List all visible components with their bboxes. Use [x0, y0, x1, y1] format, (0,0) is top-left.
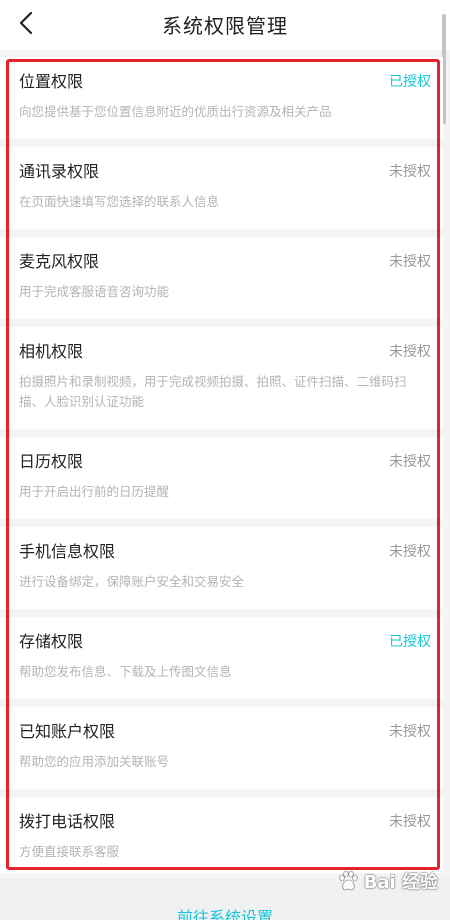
- permission-item-calendar[interactable]: 日历权限 未授权 用于开启出行前的日历提醒: [0, 437, 443, 519]
- permission-item-accounts[interactable]: 已知账户权限 未授权 帮助您的应用添加关联账号: [0, 707, 443, 789]
- permission-status: 未授权: [389, 254, 431, 270]
- permission-status: 已授权: [389, 634, 431, 650]
- permission-desc: 用于开启出行前的日历提醒: [19, 484, 170, 499]
- permission-item-phone-call[interactable]: 拨打电话权限 未授权 方便直接联系客服: [0, 797, 443, 873]
- permission-item-location[interactable]: 位置权限 已授权 向您提供基于您位置信息附近的优质出行资源及相关产品: [0, 57, 443, 139]
- open-system-settings-button[interactable]: 前往系统设置: [0, 904, 450, 920]
- paw-logo-icon: [339, 870, 358, 891]
- page-title: 系统权限管理: [162, 14, 288, 38]
- permission-item-phone-info[interactable]: 手机信息权限 未授权 进行设备绑定，保障账户安全和交易安全: [0, 527, 443, 609]
- permission-desc: 在页面快速填写您选择的联系人信息: [19, 194, 220, 209]
- permission-title: 拨打电话权限: [19, 812, 116, 831]
- permission-title: 手机信息权限: [19, 542, 116, 561]
- header-bar: 系统权限管理: [0, 0, 450, 124]
- permission-title: 已知账户权限: [19, 722, 116, 741]
- watermark-text: Bai 经验: [363, 872, 438, 893]
- permission-status: 未授权: [389, 544, 431, 560]
- permission-status: 已授权: [389, 74, 431, 90]
- permission-desc: 方便直接联系客服: [19, 844, 120, 859]
- permission-item-storage[interactable]: 存储权限 已授权 帮助您发布信息、下载及上传图文信息: [0, 617, 443, 699]
- permission-title: 相机权限: [19, 342, 84, 361]
- permission-status: 未授权: [389, 724, 431, 740]
- permission-title: 通讯录权限: [19, 162, 100, 181]
- permission-status: 未授权: [389, 814, 431, 830]
- permission-title: 麦克风权限: [19, 252, 100, 271]
- permission-desc: 帮助您的应用添加关联账号: [19, 754, 170, 769]
- permission-item-camera[interactable]: 相机权限 未授权 拍摄照片和录制视频，用于完成视频拍摄、拍照、证件扫描、二维码扫…: [0, 327, 443, 429]
- permission-desc: 进行设备绑定，保障账户安全和交易安全: [19, 574, 245, 589]
- permission-status: 未授权: [389, 164, 431, 180]
- permission-title: 位置权限: [19, 72, 84, 91]
- permission-desc: 拍摄照片和录制视频，用于完成视频拍摄、拍照、证件扫描、二维码扫描、人脸识别认证功…: [19, 374, 407, 409]
- permission-item-contacts[interactable]: 通讯录权限 未授权 在页面快速填写您选择的联系人信息: [0, 147, 443, 229]
- permission-item-microphone[interactable]: 麦克风权限 未授权 用于完成客服语音咨询功能: [0, 237, 443, 319]
- permission-title: 存储权限: [19, 632, 84, 651]
- permission-list: 位置权限 已授权 向您提供基于您位置信息附近的优质出行资源及相关产品 通讯录权限…: [0, 57, 443, 873]
- permission-desc: 帮助您发布信息、下载及上传图文信息: [19, 664, 232, 679]
- permission-title: 日历权限: [19, 452, 84, 471]
- permission-desc: 用于完成客服语音咨询功能: [19, 284, 170, 299]
- baidu-watermark: Bai 经验: [336, 868, 438, 894]
- permission-status: 未授权: [389, 344, 431, 360]
- permission-status: 未授权: [389, 454, 431, 470]
- permission-desc: 向您提供基于您位置信息附近的优质出行资源及相关产品: [19, 104, 332, 119]
